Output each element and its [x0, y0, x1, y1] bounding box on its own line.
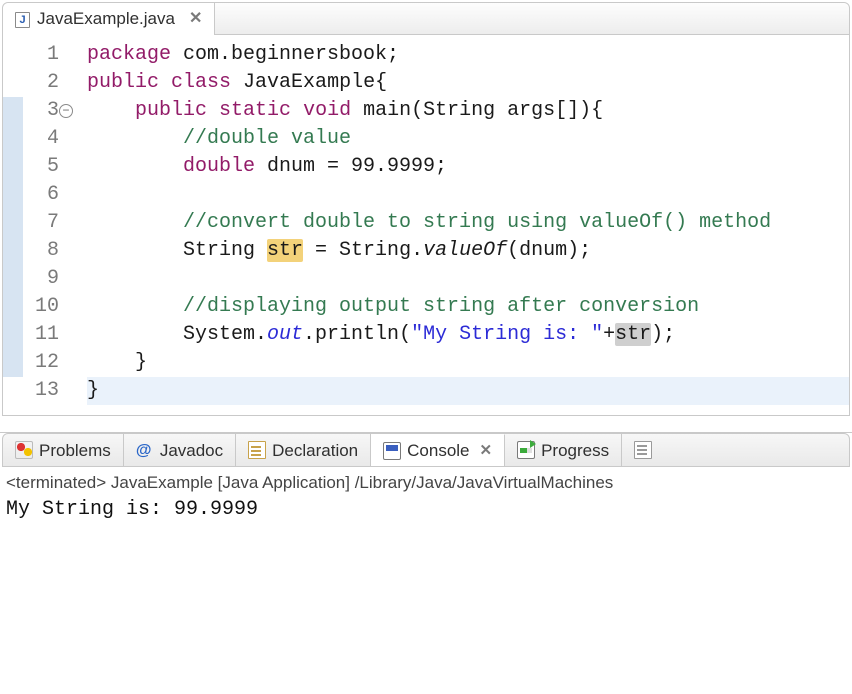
- fold-column-cell: [67, 153, 87, 181]
- tab-label: Console: [407, 442, 469, 459]
- tab-console[interactable]: Console ✕: [371, 434, 505, 466]
- declaration-icon: [248, 441, 266, 459]
- progress-icon: [517, 441, 535, 459]
- fold-column-cell: [67, 321, 87, 349]
- line-number[interactable]: 5: [23, 153, 59, 181]
- change-bar-cell: [3, 125, 23, 153]
- fold-column-cell: [67, 293, 87, 321]
- code-line[interactable]: String str = String.valueOf(dnum);: [87, 237, 849, 265]
- change-bar-cell: [3, 181, 23, 209]
- fold-column-cell: [67, 265, 87, 293]
- editor-tab-label: JavaExample.java: [37, 10, 175, 27]
- tab-problems[interactable]: Problems: [3, 434, 124, 466]
- line-number[interactable]: 2: [23, 69, 59, 97]
- code-line[interactable]: }: [87, 349, 849, 377]
- line-number[interactable]: 13: [23, 377, 59, 405]
- line-number[interactable]: 8: [23, 237, 59, 265]
- console-output[interactable]: My String is: 99.9999: [6, 495, 846, 523]
- change-bar-cell: [3, 69, 23, 97]
- fold-column-cell: [67, 209, 87, 237]
- code-line[interactable]: double dnum = 99.9999;: [87, 153, 849, 181]
- fold-column-cell: [67, 377, 87, 405]
- code-line[interactable]: }: [87, 377, 849, 405]
- code-line[interactable]: //convert double to string using valueOf…: [87, 209, 849, 237]
- code-text[interactable]: package com.beginnersbook;public class J…: [87, 41, 849, 405]
- line-number-gutter[interactable]: 123−45678910111213: [23, 41, 67, 405]
- close-icon[interactable]: ✕: [189, 11, 202, 27]
- line-number[interactable]: 12: [23, 349, 59, 377]
- fold-column-cell: [67, 125, 87, 153]
- code-line[interactable]: package com.beginnersbook;: [87, 41, 849, 69]
- fold-column-cell: [67, 41, 87, 69]
- code-line[interactable]: [87, 265, 849, 293]
- editor-tab-bar: JavaExample.java ✕: [3, 3, 849, 35]
- javadoc-icon: [136, 441, 154, 459]
- tab-label: Declaration: [272, 442, 358, 459]
- editor-panel: JavaExample.java ✕ 123−45678910111213 pa…: [2, 2, 850, 416]
- bottom-panel: Problems Javadoc Declaration Console ✕ P…: [0, 432, 852, 523]
- change-bar-cell: [3, 97, 23, 125]
- console-icon: [383, 442, 401, 460]
- console-body: <terminated> JavaExample [Java Applicati…: [0, 467, 852, 523]
- problems-icon: [15, 441, 33, 459]
- fold-column-cell: [67, 181, 87, 209]
- change-bar-cell: [3, 293, 23, 321]
- tab-overflow[interactable]: [622, 434, 664, 466]
- change-bar-cell: [3, 349, 23, 377]
- close-icon[interactable]: ✕: [480, 443, 493, 458]
- change-bar-cell: [3, 377, 23, 405]
- line-number[interactable]: 3−: [23, 97, 59, 125]
- change-bar-cell: [3, 153, 23, 181]
- line-number[interactable]: 1: [23, 41, 59, 69]
- change-bar: [3, 41, 23, 405]
- code-line[interactable]: [87, 181, 849, 209]
- console-status: <terminated> JavaExample [Java Applicati…: [6, 471, 846, 495]
- tab-declaration[interactable]: Declaration: [236, 434, 371, 466]
- change-bar-cell: [3, 321, 23, 349]
- overflow-icon: [634, 441, 652, 459]
- fold-column-cell: [67, 237, 87, 265]
- change-bar-cell: [3, 237, 23, 265]
- fold-column-cell: [67, 349, 87, 377]
- change-bar-cell: [3, 209, 23, 237]
- line-number[interactable]: 4: [23, 125, 59, 153]
- fold-column[interactable]: [67, 41, 87, 405]
- line-number[interactable]: 9: [23, 265, 59, 293]
- tab-label: Problems: [39, 442, 111, 459]
- views-tab-bar: Problems Javadoc Declaration Console ✕ P…: [2, 433, 850, 467]
- line-number[interactable]: 7: [23, 209, 59, 237]
- editor-tab-javaexample[interactable]: JavaExample.java ✕: [3, 3, 215, 35]
- tab-label: Progress: [541, 442, 609, 459]
- tab-javadoc[interactable]: Javadoc: [124, 434, 236, 466]
- code-line[interactable]: public class JavaExample{: [87, 69, 849, 97]
- line-number[interactable]: 10: [23, 293, 59, 321]
- line-number[interactable]: 11: [23, 321, 59, 349]
- code-line[interactable]: //displaying output string after convers…: [87, 293, 849, 321]
- fold-toggle-icon[interactable]: −: [59, 104, 73, 118]
- tab-label: Javadoc: [160, 442, 223, 459]
- change-bar-cell: [3, 41, 23, 69]
- code-area[interactable]: 123−45678910111213 package com.beginners…: [3, 35, 849, 415]
- code-line[interactable]: public static void main(String args[]){: [87, 97, 849, 125]
- code-line[interactable]: System.out.println("My String is: "+str)…: [87, 321, 849, 349]
- fold-column-cell: [67, 69, 87, 97]
- java-file-icon: [13, 10, 29, 28]
- line-number[interactable]: 6: [23, 181, 59, 209]
- code-line[interactable]: //double value: [87, 125, 849, 153]
- change-bar-cell: [3, 265, 23, 293]
- tab-progress[interactable]: Progress: [505, 434, 622, 466]
